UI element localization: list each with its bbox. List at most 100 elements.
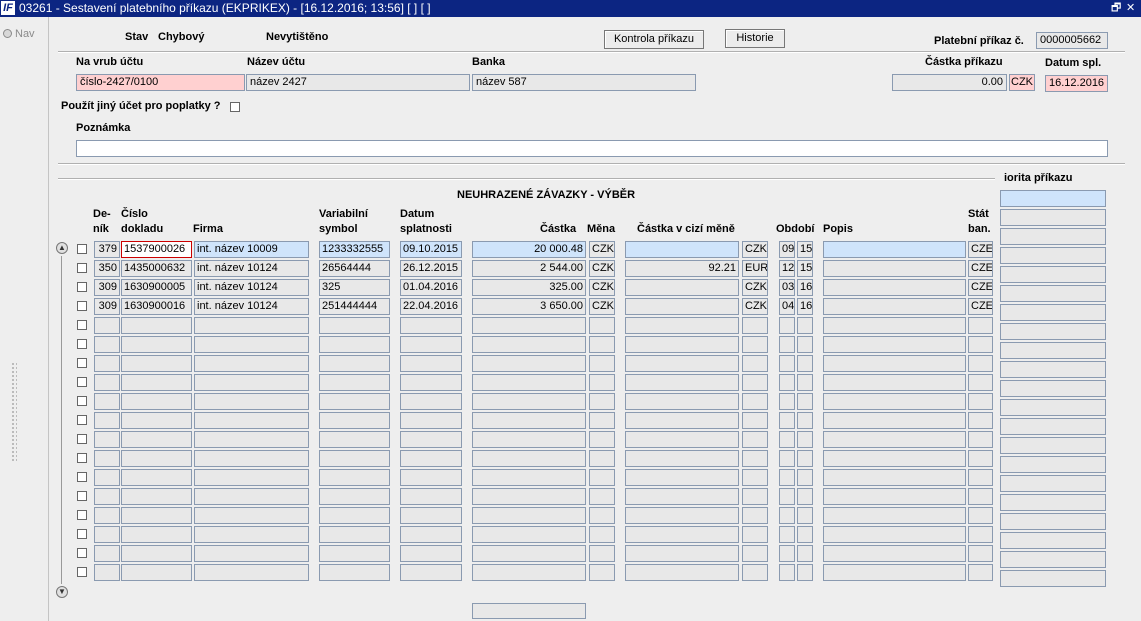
cell-popis[interactable] [823, 393, 966, 410]
cell-denik[interactable] [94, 488, 120, 505]
cell-stat[interactable] [968, 336, 993, 353]
cell-stat[interactable] [968, 374, 993, 391]
cell-firma[interactable] [194, 355, 309, 372]
cell-denik[interactable]: 309 [94, 298, 120, 315]
cell-mena-cizi[interactable]: CZK [742, 298, 768, 315]
cell-stat[interactable] [968, 507, 993, 524]
cell-popis[interactable] [823, 317, 966, 334]
priorita-field[interactable] [1000, 361, 1106, 378]
cell-denik[interactable] [94, 431, 120, 448]
priorita-field[interactable] [1000, 437, 1106, 454]
cell-popis[interactable] [823, 507, 966, 524]
cell-castka-cizi[interactable] [625, 298, 739, 315]
cell-mena[interactable] [589, 545, 615, 562]
cell-firma[interactable]: int. název 10009 [194, 241, 309, 258]
cell-castka[interactable] [472, 374, 586, 391]
cell-firma[interactable]: int. název 10124 [194, 260, 309, 277]
cell-obd2[interactable] [797, 526, 813, 543]
cell-denik[interactable]: 350 [94, 260, 120, 277]
cell-vs[interactable]: 26564444 [319, 260, 390, 277]
cell-popis[interactable] [823, 241, 966, 258]
cell-mena-cizi[interactable] [742, 431, 768, 448]
castka-prikazu-field[interactable]: 0.00 [892, 74, 1007, 91]
cell-popis[interactable] [823, 545, 966, 562]
cell-stat[interactable]: CZE [968, 260, 993, 277]
cell-popis[interactable] [823, 260, 966, 277]
platebni-prikaz-field[interactable]: 0000005662 [1036, 32, 1108, 49]
cell-castka-cizi[interactable] [625, 545, 739, 562]
row-select-checkbox[interactable] [77, 472, 87, 482]
cell-castka[interactable] [472, 317, 586, 334]
row-select-checkbox[interactable] [77, 320, 87, 330]
cell-castka[interactable] [472, 507, 586, 524]
cell-castka-cizi[interactable] [625, 336, 739, 353]
cell-mena[interactable]: CZK [589, 241, 615, 258]
cell-datum[interactable] [400, 355, 462, 372]
cell-mena[interactable] [589, 450, 615, 467]
cell-mena[interactable] [589, 412, 615, 429]
priorita-field[interactable] [1000, 247, 1106, 264]
cell-popis[interactable] [823, 374, 966, 391]
cell-obd2[interactable] [797, 374, 813, 391]
cell-denik[interactable] [94, 507, 120, 524]
priorita-field[interactable] [1000, 190, 1106, 207]
cell-castka[interactable] [472, 488, 586, 505]
cell-cislo[interactable] [121, 336, 192, 353]
cell-cislo[interactable] [121, 374, 192, 391]
cell-cislo[interactable] [121, 526, 192, 543]
jiny-ucet-checkbox[interactable] [230, 102, 240, 112]
cell-datum[interactable] [400, 336, 462, 353]
cell-vs[interactable] [319, 412, 390, 429]
cell-datum[interactable] [400, 526, 462, 543]
cell-obd2[interactable] [797, 431, 813, 448]
cell-obd1[interactable] [779, 545, 795, 562]
cell-popis[interactable] [823, 488, 966, 505]
cell-obd1[interactable] [779, 469, 795, 486]
cell-firma[interactable] [194, 545, 309, 562]
cell-mena[interactable] [589, 564, 615, 581]
cell-vs[interactable]: 325 [319, 279, 390, 296]
cell-mena-cizi[interactable] [742, 374, 768, 391]
cell-mena-cizi[interactable] [742, 393, 768, 410]
cell-firma[interactable] [194, 526, 309, 543]
cell-obd2[interactable] [797, 507, 813, 524]
cell-popis[interactable] [823, 279, 966, 296]
cell-cislo[interactable] [121, 545, 192, 562]
cell-mena[interactable] [589, 507, 615, 524]
banka-field[interactable]: název 587 [472, 74, 696, 91]
cell-vs[interactable] [319, 545, 390, 562]
cell-castka[interactable] [472, 393, 586, 410]
cell-firma[interactable] [194, 564, 309, 581]
cell-vs[interactable]: 1233332555 [319, 241, 390, 258]
cell-vs[interactable] [319, 431, 390, 448]
cell-cislo[interactable]: 1537900026 [121, 241, 192, 258]
cell-mena[interactable] [589, 336, 615, 353]
cell-castka-cizi[interactable] [625, 450, 739, 467]
cell-vs[interactable] [319, 488, 390, 505]
cell-vs[interactable] [319, 526, 390, 543]
cell-vs[interactable] [319, 355, 390, 372]
cell-popis[interactable] [823, 469, 966, 486]
row-select-checkbox[interactable] [77, 491, 87, 501]
cell-stat[interactable] [968, 545, 993, 562]
kontrola-prikazu-button[interactable]: Kontrola příkazu [604, 30, 704, 49]
cell-cislo[interactable] [121, 564, 192, 581]
cell-datum[interactable] [400, 412, 462, 429]
cell-castka[interactable]: 20 000.48 [472, 241, 586, 258]
cell-firma[interactable] [194, 374, 309, 391]
row-select-checkbox[interactable] [77, 510, 87, 520]
cell-denik[interactable] [94, 545, 120, 562]
row-select-checkbox[interactable] [77, 415, 87, 425]
cell-mena-cizi[interactable] [742, 412, 768, 429]
cell-mena-cizi[interactable] [742, 488, 768, 505]
cell-popis[interactable] [823, 526, 966, 543]
cell-firma[interactable] [194, 393, 309, 410]
cell-datum[interactable] [400, 507, 462, 524]
cell-mena-cizi[interactable]: EUR [742, 260, 768, 277]
cell-stat[interactable] [968, 488, 993, 505]
cell-castka[interactable] [472, 564, 586, 581]
row-select-checkbox[interactable] [77, 282, 87, 292]
cell-cislo[interactable] [121, 488, 192, 505]
cell-datum[interactable] [400, 488, 462, 505]
cell-obd2[interactable] [797, 469, 813, 486]
